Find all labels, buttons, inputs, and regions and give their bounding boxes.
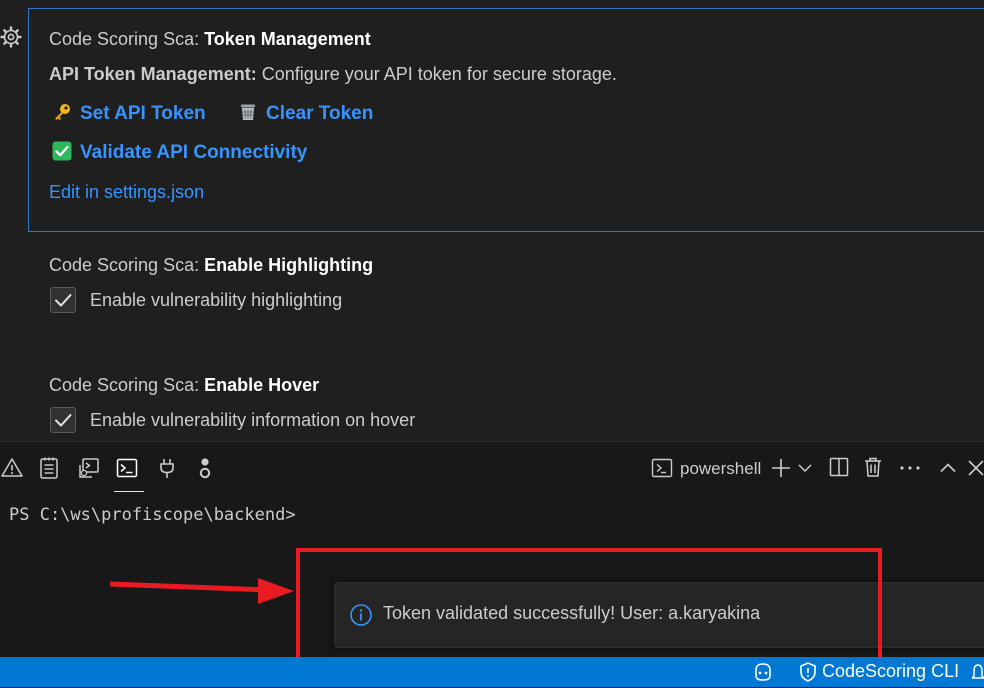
validate-api-connectivity-link[interactable]: Validate API Connectivity (52, 141, 307, 164)
annotation-arrow (108, 574, 294, 606)
chevron-down-icon[interactable] (797, 460, 813, 476)
key-icon (52, 102, 72, 122)
powershell-icon[interactable] (650, 456, 674, 480)
chevron-up-icon[interactable] (938, 458, 958, 478)
problems-icon[interactable] (0, 456, 24, 480)
terminal-icon[interactable] (115, 456, 139, 480)
annotation-highlight-box (296, 548, 882, 662)
description-label: API Token Management: (49, 64, 257, 84)
setting-title-highlighting: Code Scoring Sca: Enable Highlighting (49, 255, 373, 276)
set-api-token-link[interactable]: Set API Token (52, 102, 206, 125)
shield-icon (798, 661, 818, 683)
debug-console-icon[interactable] (77, 456, 101, 480)
more-actions-icon[interactable] (898, 458, 922, 478)
edit-in-settings-json-link[interactable]: Edit in settings.json (49, 182, 204, 203)
output-icon[interactable] (37, 456, 61, 480)
setting-name: Token Management (204, 29, 371, 49)
close-icon[interactable] (966, 457, 984, 479)
setting-name: Enable Hover (204, 375, 320, 395)
enable-hover-label[interactable]: Enable vulnerability information on hove… (90, 410, 415, 431)
codescoring-cli-status[interactable]: CodeScoring CLI (822, 661, 959, 682)
setting-category: Code Scoring Sca: (49, 255, 205, 275)
terminal-name[interactable]: powershell (680, 459, 761, 479)
active-tab-indicator (114, 491, 144, 492)
new-terminal-icon[interactable] (770, 457, 792, 479)
set-api-token-label: Set API Token (80, 103, 206, 124)
split-terminal-icon[interactable] (828, 456, 850, 478)
clear-token-link[interactable]: Clear Token (238, 102, 373, 125)
setting-title-hover: Code Scoring Sca: Enable Hover (49, 375, 319, 396)
setting-title-token: Code Scoring Sca: Token Management (49, 29, 371, 50)
copilot-icon[interactable] (752, 661, 774, 683)
notifications-bell-icon[interactable] (970, 662, 984, 682)
gear-icon[interactable] (0, 26, 22, 48)
setting-category: Code Scoring Sca: (49, 29, 205, 49)
enable-hover-checkbox[interactable] (50, 407, 76, 433)
setting-description-token: API Token Management: Configure your API… (49, 64, 617, 85)
trash-icon[interactable] (862, 456, 884, 478)
gitlens-icon[interactable] (193, 456, 217, 480)
enable-highlighting-label[interactable]: Enable vulnerability highlighting (90, 290, 342, 311)
wastebasket-icon (238, 102, 258, 122)
setting-category: Code Scoring Sca: (49, 375, 205, 395)
ports-icon[interactable] (155, 456, 179, 480)
clear-token-label: Clear Token (266, 103, 374, 124)
validate-api-connectivity-label: Validate API Connectivity (80, 142, 308, 163)
status-bar: CodeScoring CLI (0, 657, 984, 687)
checkmark-icon (55, 414, 72, 427)
terminal-prompt[interactable]: PS C:\ws\profiscope\backend> (9, 505, 296, 525)
description-text: Configure your API token for secure stor… (256, 64, 617, 84)
checkmark-icon (55, 294, 72, 307)
check-mark-button-icon (52, 141, 72, 161)
enable-highlighting-checkbox[interactable] (50, 287, 76, 313)
setting-name: Enable Highlighting (204, 255, 374, 275)
